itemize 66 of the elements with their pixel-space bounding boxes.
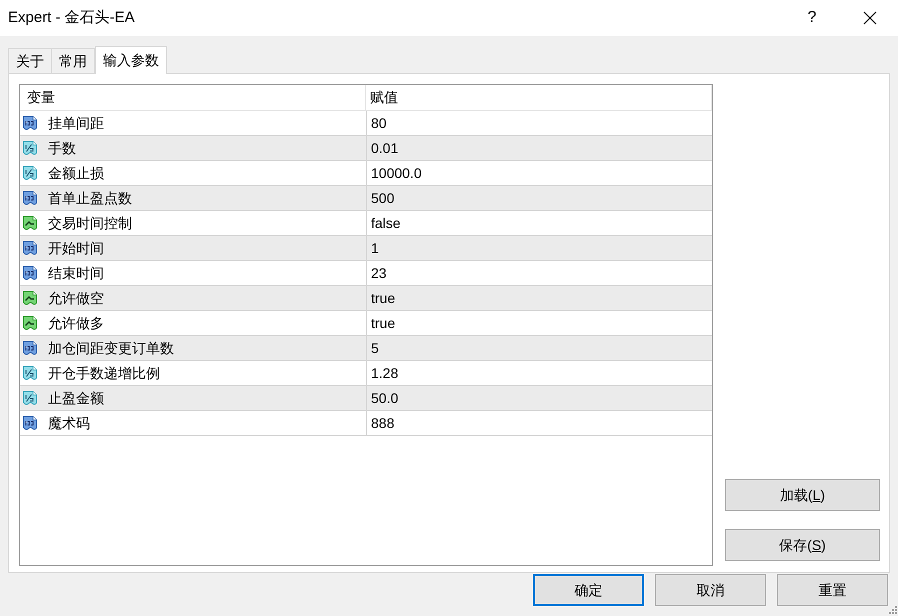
parameter-name: 交易时间控制: [48, 214, 132, 232]
table-row[interactable]: 交易时间控制 false: [20, 211, 712, 236]
parameter-value: 0.01: [371, 138, 398, 158]
parameter-name: 允许做多: [48, 314, 104, 332]
table-row[interactable]: 金额止损 10000.0: [20, 161, 712, 186]
table-row[interactable]: 挂单间距 80: [20, 111, 712, 136]
fraction-icon: [22, 140, 38, 156]
toggle-icon: [22, 290, 38, 306]
parameter-name: 首单止盈点数: [48, 188, 132, 208]
parameter-value: true: [371, 288, 396, 308]
table-row[interactable]: 结束时间 23: [20, 261, 712, 286]
load-button[interactable]: 加载(L): [725, 479, 880, 511]
toggle-icon: [22, 315, 38, 331]
parameter-value: 23: [371, 264, 387, 282]
parameter-value: true: [371, 314, 396, 332]
column-header[interactable]: 变量: [20, 85, 366, 110]
parameter-name: 允许做空: [48, 288, 104, 308]
tab[interactable]: 常用: [51, 48, 95, 73]
parameter-value: 1.28: [371, 364, 398, 382]
table-row[interactable]: 开始时间 1: [20, 236, 712, 261]
tab[interactable]: 关于: [8, 48, 52, 73]
number-icon: [22, 415, 38, 431]
dialog-button[interactable]: 重置: [777, 574, 888, 606]
table-row[interactable]: 首单止盈点数 500: [20, 186, 712, 211]
parameter-value: 500: [371, 188, 394, 208]
window-title: Expert - 金石头-EA: [7, 8, 135, 28]
parameter-name: 金额止损: [48, 164, 104, 182]
number-icon: [22, 190, 38, 206]
parameter-name: 加仓间距变更订单数: [48, 338, 174, 358]
number-icon: [22, 115, 38, 131]
parameter-value: 50.0: [371, 388, 398, 408]
table-row[interactable]: 魔术码 888: [20, 411, 712, 436]
table-row[interactable]: 加仓间距变更订单数 5: [20, 336, 712, 361]
dialog-button[interactable]: 确定: [533, 574, 644, 606]
parameter-name: 结束时间: [48, 264, 104, 282]
close-icon: [863, 11, 877, 25]
toggle-icon: [22, 215, 38, 231]
parameter-value: false: [371, 214, 401, 232]
save-button[interactable]: 保存(S): [725, 529, 880, 561]
table-row[interactable]: 手数 0.01: [20, 136, 712, 161]
column-header[interactable]: 赋值: [366, 85, 712, 110]
parameter-name: 挂单间距: [48, 114, 104, 132]
fraction-icon: [22, 390, 38, 406]
number-icon: [22, 240, 38, 256]
help-button[interactable]: ?: [789, 0, 835, 36]
parameter-name: 魔术码: [48, 414, 90, 432]
dialog-button[interactable]: 取消: [655, 574, 766, 606]
table-row[interactable]: 止盈金额 50.0: [20, 386, 712, 411]
parameter-value: 80: [371, 114, 387, 132]
table-row[interactable]: 允许做空 true: [20, 286, 712, 311]
fraction-icon: [22, 365, 38, 381]
parameter-value: 1: [371, 238, 379, 258]
parameter-value: 10000.0: [371, 164, 422, 182]
tab[interactable]: 输入参数: [95, 46, 167, 74]
fraction-icon: [22, 165, 38, 181]
table-row[interactable]: 允许做多 true: [20, 311, 712, 336]
table-row[interactable]: 开仓手数递增比例 1.28: [20, 361, 712, 386]
number-icon: [22, 340, 38, 356]
parameter-name: 手数: [48, 138, 76, 158]
parameter-name: 开始时间: [48, 238, 104, 258]
parameter-value: 5: [371, 338, 379, 358]
parameter-name: 开仓手数递增比例: [48, 364, 160, 382]
parameter-value: 888: [371, 414, 394, 432]
size-grip-icon[interactable]: [889, 606, 897, 614]
parameter-name: 止盈金额: [48, 388, 104, 408]
number-icon: [22, 265, 38, 281]
